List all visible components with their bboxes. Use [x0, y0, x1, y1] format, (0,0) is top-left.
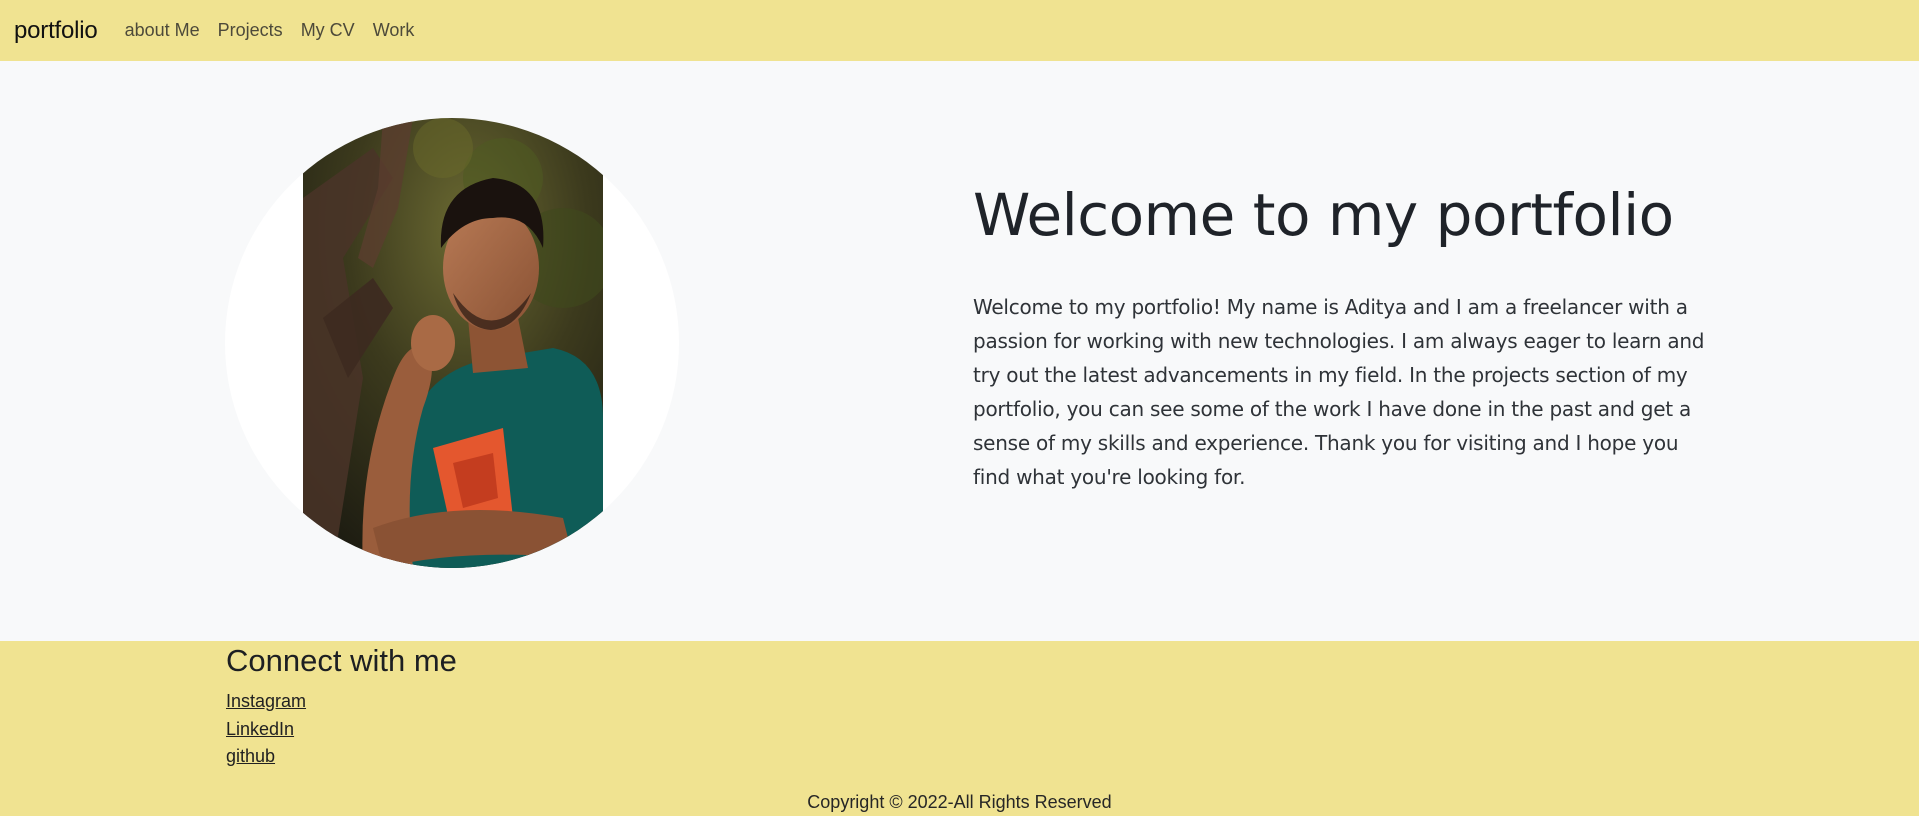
list-item: github	[226, 746, 306, 774]
hero-section: Welcome to my portfolio Welcome to my po…	[0, 61, 1919, 641]
list-item: LinkedIn	[226, 719, 306, 747]
nav-link-projects[interactable]: Projects	[218, 20, 283, 41]
linkedin-link[interactable]: LinkedIn	[226, 719, 294, 739]
profile-photo	[303, 118, 603, 568]
intro-paragraph: Welcome to my portfolio! My name is Adit…	[973, 295, 1705, 489]
avatar	[225, 118, 679, 568]
list-item: Instagram	[226, 691, 306, 719]
copyright-text: Copyright © 2022-All Rights Reserved	[807, 792, 1112, 812]
brand-link[interactable]: portfolio	[14, 17, 98, 45]
instagram-link[interactable]: Instagram	[226, 691, 306, 711]
nav-link-work[interactable]: Work	[373, 20, 415, 41]
page-title: Welcome to my portfolio	[973, 181, 1674, 249]
navbar: portfolio about Me Projects My CV Work	[0, 0, 1919, 61]
social-links-list: Instagram LinkedIn github	[226, 691, 306, 774]
nav-link-my-cv[interactable]: My CV	[301, 20, 355, 41]
connect-heading: Connect with me	[226, 643, 457, 678]
nav-link-about-me[interactable]: about Me	[125, 20, 200, 41]
github-link[interactable]: github	[226, 746, 275, 766]
footer: Connect with me Instagram LinkedIn githu…	[0, 641, 1919, 816]
